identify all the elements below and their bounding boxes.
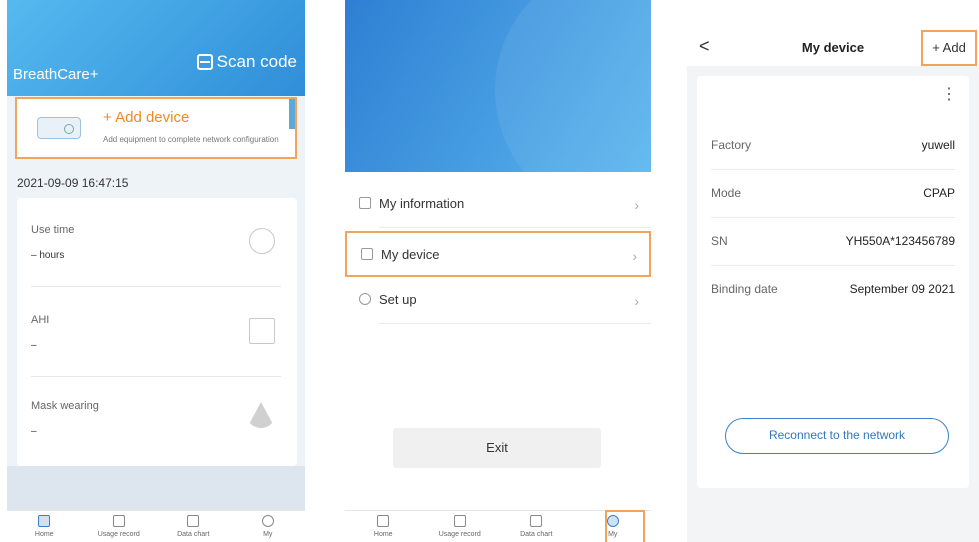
tab-bar: Home Usage record Data chart My xyxy=(7,510,305,542)
nav-bar: < My device + Add xyxy=(687,0,979,66)
menu-label: My device xyxy=(381,247,440,262)
divider xyxy=(379,323,651,324)
row-key: Binding date xyxy=(711,282,778,296)
timer-icon xyxy=(249,228,275,254)
divider xyxy=(31,286,281,287)
stat-value: – hours xyxy=(31,250,65,261)
device-icon xyxy=(361,248,373,260)
menu-my-information[interactable]: My information › xyxy=(345,182,651,228)
tab-home[interactable]: Home xyxy=(345,511,422,542)
home-header: BreathCare+ Scan code xyxy=(7,0,305,96)
mask-icon xyxy=(247,402,275,428)
gear-icon xyxy=(359,293,371,305)
stat-label: Use time xyxy=(31,224,75,236)
exit-button[interactable]: Exit xyxy=(393,428,601,468)
tab-my[interactable]: My xyxy=(231,511,306,542)
date-time: 2021-09-09 16:47:15 xyxy=(17,176,129,190)
tab-data-chart[interactable]: Data chart xyxy=(498,511,575,542)
device-card: ⋮ Factory yuwell Mode CPAP SN YH550A*123456… xyxy=(697,76,969,488)
calendar-icon xyxy=(112,515,125,527)
calendar-icon xyxy=(453,515,466,527)
device-image xyxy=(37,117,81,139)
tab-label: Home xyxy=(34,531,54,538)
row-mode: Mode CPAP xyxy=(711,170,955,218)
card-accent xyxy=(289,99,295,129)
home-icon xyxy=(38,515,51,527)
row-binding-date: Binding date September 09 2021 xyxy=(711,266,955,314)
my-tab-highlight xyxy=(605,510,645,542)
stat-value: – xyxy=(31,340,37,351)
user-icon xyxy=(261,515,274,527)
stat-ahi: AHI – xyxy=(31,314,281,377)
add-device-card[interactable]: + Add device Add equipment to complete n… xyxy=(15,97,297,159)
scan-icon xyxy=(196,54,213,70)
row-value: yuwell xyxy=(921,138,955,152)
bar-chart-icon xyxy=(187,515,200,527)
more-icon[interactable]: ⋮ xyxy=(941,84,957,104)
stat-mask-wearing: Mask wearing – xyxy=(31,400,281,437)
tab-label: Data chart xyxy=(177,531,210,538)
tab-label: Usage record xyxy=(97,531,140,538)
bottom-spacer xyxy=(7,466,305,510)
row-key: Factory xyxy=(711,138,752,152)
tab-data-chart[interactable]: Data chart xyxy=(156,511,231,542)
bar-chart-icon xyxy=(530,515,543,527)
row-value: CPAP xyxy=(923,186,955,200)
chevron-right-icon: › xyxy=(634,293,639,309)
divider xyxy=(379,227,651,228)
tab-label: My xyxy=(263,531,273,538)
tab-label: Home xyxy=(373,531,393,538)
row-sn: SN YH550A*123456789 xyxy=(711,218,955,266)
app-brand: BreathCare+ xyxy=(13,66,99,83)
tab-home[interactable]: Home xyxy=(7,511,82,542)
profile-header xyxy=(345,0,651,220)
document-icon xyxy=(359,197,371,209)
row-key: Mode xyxy=(711,186,742,200)
row-value: YH550A*123456789 xyxy=(845,234,955,248)
home-icon xyxy=(377,515,390,527)
stat-label: Mask wearing xyxy=(31,400,99,412)
stats-card: Use time – hours AHI – Mask wearing – xyxy=(17,198,297,466)
reconnect-button[interactable]: Reconnect to the network xyxy=(725,418,949,454)
menu-label: Set up xyxy=(379,292,417,307)
tab-usage-record[interactable]: Usage record xyxy=(422,511,499,542)
tab-label: Data chart xyxy=(520,531,553,538)
row-factory: Factory yuwell xyxy=(711,122,955,170)
chevron-right-icon: › xyxy=(632,248,637,264)
my-screen: My information › My device › Set up › Ex… xyxy=(345,0,651,542)
menu-label: My information xyxy=(379,196,465,211)
row-key: SN xyxy=(711,234,728,248)
chevron-right-icon: › xyxy=(634,197,639,213)
add-button[interactable]: + Add xyxy=(921,30,977,66)
divider xyxy=(31,376,281,377)
chart-icon xyxy=(249,318,275,344)
scan-code-button[interactable]: Scan code xyxy=(196,52,297,72)
home-screen: BreathCare+ Scan code + Add device Add e… xyxy=(7,0,305,542)
tab-label: Usage record xyxy=(438,531,481,538)
stat-label: AHI xyxy=(31,314,50,326)
stat-use-time: Use time – hours xyxy=(31,224,281,287)
tab-usage-record[interactable]: Usage record xyxy=(82,511,157,542)
scan-code-label: Scan code xyxy=(216,52,297,71)
add-device-title: + Add device xyxy=(103,109,190,126)
menu-my-device[interactable]: My device › xyxy=(345,231,651,277)
my-device-screen: < My device + Add ⋮ Factory yuwell Mode CP… xyxy=(687,0,979,542)
row-value: September 09 2021 xyxy=(849,282,955,296)
stat-value: – xyxy=(31,426,37,437)
add-device-subtitle: Add equipment to complete network config… xyxy=(103,135,279,144)
menu-set-up[interactable]: Set up › xyxy=(345,278,651,324)
